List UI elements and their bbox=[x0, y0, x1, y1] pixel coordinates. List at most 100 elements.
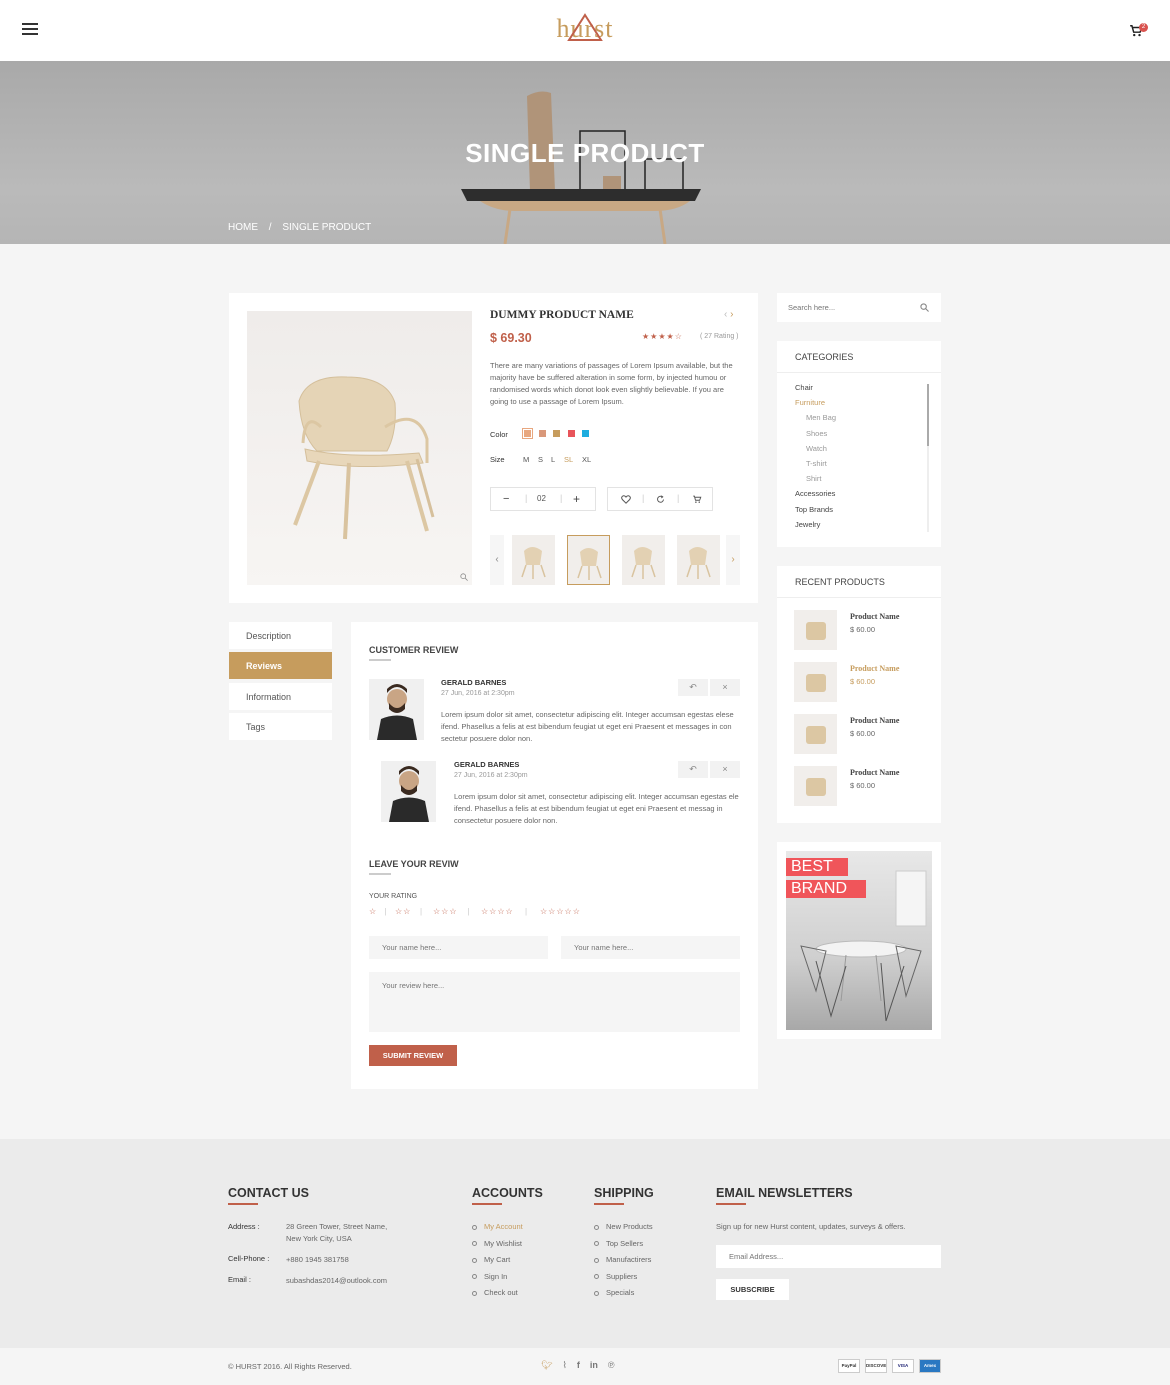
category-item[interactable]: Accessories bbox=[795, 489, 835, 498]
bullet-icon bbox=[472, 1257, 477, 1263]
product-nav: ‹ › bbox=[724, 309, 733, 320]
size-option-xl[interactable]: XL bbox=[582, 455, 591, 464]
ad-line1: BEST bbox=[786, 858, 848, 876]
recent-product-name[interactable]: Product Name bbox=[850, 612, 899, 621]
best-brand-ad-image[interactable]: BEST BRAND bbox=[786, 851, 932, 1030]
category-item[interactable]: Watch bbox=[806, 444, 827, 453]
bullet-icon bbox=[594, 1274, 599, 1280]
footer-link[interactable]: Manufactirers bbox=[594, 1255, 651, 1264]
delete-review-button[interactable]: × bbox=[710, 761, 740, 778]
submit-review-button[interactable]: SUBMIT REVIEW bbox=[369, 1045, 457, 1066]
footer-link[interactable]: New Products bbox=[594, 1222, 653, 1231]
delete-review-button[interactable]: × bbox=[710, 679, 740, 696]
product-thumbnail[interactable] bbox=[677, 535, 720, 585]
rss-icon[interactable]: ⌇ bbox=[562, 1360, 566, 1370]
tab-information[interactable]: Information bbox=[229, 683, 332, 710]
color-swatch[interactable] bbox=[522, 428, 533, 439]
footer-link[interactable]: Suppliers bbox=[594, 1272, 637, 1281]
size-option-l[interactable]: L bbox=[551, 455, 555, 464]
recent-product-name[interactable]: Product Name bbox=[850, 716, 899, 725]
category-item[interactable]: Shoes bbox=[806, 429, 827, 438]
category-item[interactable]: Jewelry bbox=[795, 520, 820, 529]
leave-review-underline bbox=[369, 873, 391, 875]
category-item[interactable]: Top Brands bbox=[795, 505, 833, 514]
footer-link[interactable]: Sign In bbox=[472, 1272, 507, 1281]
recent-product-name[interactable]: Product Name bbox=[850, 768, 899, 777]
category-item[interactable]: Furniture bbox=[795, 398, 825, 407]
paypal-payment-icon: PayPal bbox=[838, 1359, 860, 1373]
logo[interactable]: hurst bbox=[0, 13, 1170, 44]
reviews-title: CUSTOMER REVIEW bbox=[369, 645, 459, 655]
quantity-value[interactable]: 02 bbox=[537, 494, 546, 503]
quantity-stepper: − | 02 | + bbox=[490, 487, 596, 511]
rating-option-5-stars[interactable]: ☆☆☆☆☆ bbox=[540, 907, 581, 916]
wishlist-heart-icon[interactable] bbox=[621, 495, 631, 504]
product-thumbnail[interactable] bbox=[622, 535, 665, 585]
color-swatch[interactable] bbox=[567, 430, 575, 437]
recent-product-price: $ 60.00 bbox=[850, 781, 876, 790]
phone-label: Cell-Phone : bbox=[228, 1254, 270, 1263]
size-option-s[interactable]: S bbox=[538, 455, 543, 464]
category-scrollbar[interactable] bbox=[927, 384, 929, 532]
prev-product-icon[interactable]: ‹ bbox=[724, 309, 727, 320]
email-value[interactable]: subashdas2014@outlook.com bbox=[286, 1276, 387, 1285]
zoom-icon[interactable] bbox=[460, 573, 468, 581]
recent-product-image[interactable] bbox=[794, 766, 837, 806]
recent-product-image[interactable] bbox=[794, 714, 837, 754]
rating-option-1-stars[interactable]: ☆ bbox=[369, 907, 377, 916]
category-item[interactable]: Men Bag bbox=[806, 413, 836, 422]
next-product-icon[interactable]: › bbox=[730, 309, 733, 320]
tab-tags[interactable]: Tags bbox=[229, 713, 332, 740]
reply-button[interactable]: ↶ bbox=[678, 679, 708, 696]
thumbs-next-icon[interactable]: › bbox=[726, 535, 740, 585]
review-textarea[interactable] bbox=[369, 972, 740, 1032]
rating-option-2-stars[interactable]: ☆☆ bbox=[395, 907, 411, 916]
category-item[interactable]: T-shirt bbox=[806, 459, 827, 468]
search-box bbox=[777, 293, 941, 322]
compare-refresh-icon[interactable] bbox=[656, 495, 665, 504]
breadcrumb-separator: / bbox=[268, 222, 272, 233]
product-thumbnail[interactable] bbox=[567, 535, 610, 585]
rating-option-3-stars[interactable]: ☆☆☆ bbox=[433, 907, 458, 916]
product-thumbnail[interactable] bbox=[512, 535, 555, 585]
search-icon[interactable] bbox=[920, 303, 929, 312]
product-main-image[interactable] bbox=[247, 311, 472, 585]
recent-product-image[interactable] bbox=[794, 662, 837, 702]
quantity-plus-button[interactable]: + bbox=[573, 492, 580, 506]
footer: CONTACT US Address : 28 Green Tower, Str… bbox=[0, 1139, 1170, 1348]
subscribe-button[interactable]: SUBSCRIBE bbox=[716, 1279, 789, 1300]
footer-link[interactable]: Check out bbox=[472, 1288, 518, 1297]
footer-link[interactable]: My Cart bbox=[472, 1255, 510, 1264]
size-option-sl[interactable]: SL bbox=[564, 455, 573, 464]
color-swatch[interactable] bbox=[582, 430, 589, 437]
color-swatch[interactable] bbox=[538, 430, 546, 437]
recent-product-name[interactable]: Product Name bbox=[850, 664, 899, 673]
recent-product-image[interactable] bbox=[794, 610, 837, 650]
thumbs-prev-icon[interactable]: ‹ bbox=[490, 535, 504, 585]
page-banner: SINGLE PRODUCT HOME / SINGLE PRODUCT bbox=[0, 61, 1170, 244]
rating-divider: | bbox=[467, 907, 470, 916]
twitter-icon[interactable]: 🐦︎ bbox=[541, 1360, 552, 1370]
category-item[interactable]: Chair bbox=[795, 383, 813, 392]
rating-option-4-stars[interactable]: ☆☆☆☆ bbox=[481, 907, 514, 916]
category-item[interactable]: Shirt bbox=[806, 474, 821, 483]
reply-button[interactable]: ↶ bbox=[678, 761, 708, 778]
search-input[interactable] bbox=[777, 293, 917, 322]
review-name2-input[interactable] bbox=[561, 936, 740, 959]
facebook-icon[interactable]: f bbox=[577, 1360, 580, 1370]
tab-reviews[interactable]: Reviews bbox=[229, 652, 332, 679]
size-option-m[interactable]: M bbox=[523, 455, 529, 464]
footer-link[interactable]: Top Sellers bbox=[594, 1239, 643, 1248]
review-name-input[interactable] bbox=[369, 936, 548, 959]
footer-link[interactable]: My Account bbox=[472, 1222, 523, 1231]
tab-description[interactable]: Description bbox=[229, 622, 332, 649]
quantity-minus-button[interactable]: − bbox=[503, 493, 509, 505]
footer-link[interactable]: Specials bbox=[594, 1288, 634, 1297]
newsletter-email-input[interactable] bbox=[716, 1245, 941, 1268]
pinterest-icon[interactable]: ℗ bbox=[608, 1360, 615, 1370]
color-swatch[interactable] bbox=[553, 430, 560, 437]
footer-link[interactable]: My Wishlist bbox=[472, 1239, 522, 1248]
linkedin-icon[interactable]: in bbox=[590, 1360, 598, 1370]
add-to-cart-icon[interactable] bbox=[692, 495, 702, 504]
breadcrumb-home[interactable]: HOME bbox=[228, 222, 258, 233]
